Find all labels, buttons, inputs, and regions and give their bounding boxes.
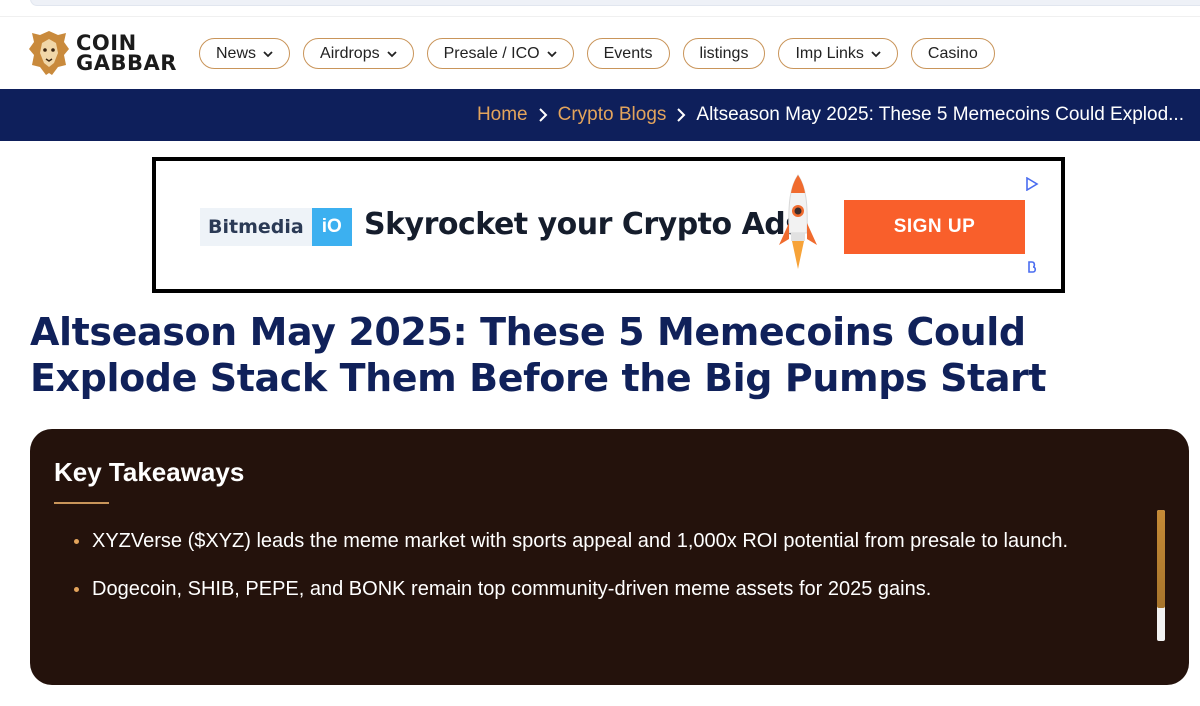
breadcrumb-home-link[interactable]: Home <box>477 104 528 126</box>
ad-choices-icon[interactable] <box>1025 177 1039 191</box>
key-takeaways-panel: Key Takeaways XYZVerse ($XYZ) leads the … <box>30 429 1189 685</box>
nav-imp-links[interactable]: Imp Links <box>778 38 898 69</box>
nav-listings-label: listings <box>699 44 749 62</box>
breadcrumb-trail: Home Crypto Blogs Altseason May 2025: Th… <box>477 89 1184 141</box>
lion-logo-icon <box>29 31 69 75</box>
chevron-right-icon <box>538 108 548 122</box>
ad-brand-left: Bitmedia <box>200 208 312 246</box>
nav-news[interactable]: News <box>199 38 291 69</box>
nav-casino[interactable]: Casino <box>910 38 995 69</box>
nav-news-label: News <box>216 44 257 62</box>
site-header: COIN GABBAR News Airdrops Presale / ICO … <box>0 16 1200 89</box>
nav-airdrops[interactable]: Airdrops <box>303 38 414 69</box>
breadcrumb-current: Altseason May 2025: These 5 Memecoins Co… <box>696 104 1184 125</box>
breadcrumb: Home Crypto Blogs Altseason May 2025: Th… <box>0 89 1200 141</box>
main-menu: News Airdrops Presale / ICO Events listi… <box>199 38 995 69</box>
nav-events-label: Events <box>603 44 653 62</box>
nav-casino-label: Casino <box>927 44 978 62</box>
rocket-icon <box>779 174 817 269</box>
banner-ad[interactable]: Bitmedia iO Skyrocket your Crypto Ads SI… <box>152 157 1065 293</box>
ad-brand-logo: Bitmedia iO <box>200 208 352 246</box>
takeaways-list: XYZVerse ($XYZ) leads the meme market wi… <box>70 526 1090 622</box>
nav-presale-label: Presale / ICO <box>443 44 540 62</box>
site-logo[interactable]: COIN GABBAR <box>28 27 177 79</box>
list-item: XYZVerse ($XYZ) leads the meme market wi… <box>70 526 1090 556</box>
address-bar[interactable] <box>30 0 1200 6</box>
article-title: Altseason May 2025: These 5 Memecoins Co… <box>30 310 1047 400</box>
logo-line-2: GABBAR <box>76 51 177 75</box>
chevron-right-icon <box>677 108 686 122</box>
key-takeaways-heading: Key Takeaways <box>54 457 245 487</box>
nav-presale-ico[interactable]: Presale / ICO <box>426 38 574 69</box>
chevron-down-icon <box>386 50 397 57</box>
nav-airdrops-label: Airdrops <box>320 44 380 62</box>
takeaways-scrollbar[interactable] <box>1157 510 1165 641</box>
scrollbar-thumb[interactable] <box>1157 510 1165 608</box>
heading-underline <box>54 502 109 504</box>
list-item: Dogecoin, SHIB, PEPE, and BONK remain to… <box>70 574 1090 604</box>
logo-wordmark: COIN GABBAR <box>76 31 177 75</box>
nav-events[interactable]: Events <box>586 38 670 69</box>
logo-line-1: COIN <box>76 31 137 55</box>
ad-headline: Skyrocket your Crypto Ads <box>364 207 803 242</box>
ad-network-icon <box>1028 261 1037 273</box>
chevron-down-icon <box>263 50 273 57</box>
ad-signup-button[interactable]: SIGN UP <box>844 200 1025 254</box>
ad-brand-right: iO <box>311 208 352 246</box>
nav-listings[interactable]: listings <box>682 38 766 69</box>
chevron-down-icon <box>871 50 881 57</box>
breadcrumb-section-link[interactable]: Crypto Blogs <box>558 104 667 126</box>
browser-top-strip <box>0 0 1200 16</box>
nav-imp-links-label: Imp Links <box>795 44 864 62</box>
chevron-down-icon <box>546 50 557 57</box>
